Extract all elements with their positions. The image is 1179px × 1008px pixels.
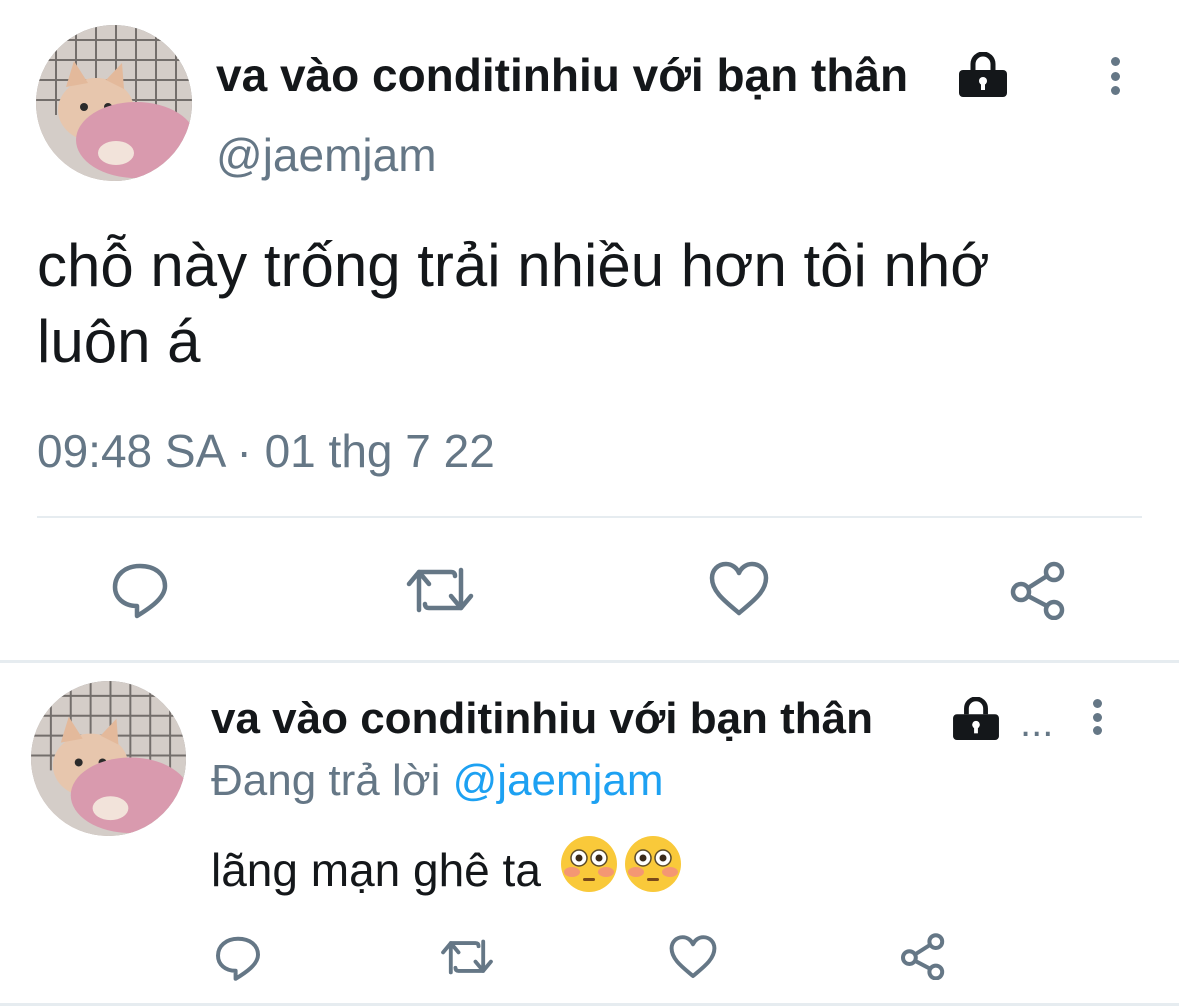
avatar[interactable]: [36, 25, 192, 181]
truncation-ellipsis: ...: [1020, 701, 1054, 745]
retweet-icon: [406, 567, 474, 613]
tweet-text-line: luôn á: [37, 308, 201, 375]
avatar-image: [31, 681, 186, 836]
share-button[interactable]: [1008, 560, 1068, 620]
reply-display-name[interactable]: va vào conditinhiu với bạn thân: [211, 693, 873, 745]
reply-text-content: lãng mạn ghê ta: [211, 844, 541, 896]
retweet-button[interactable]: [440, 935, 494, 979]
reply-icon: [216, 936, 260, 981]
replying-to: Đang trả lời @jaemjam: [211, 755, 664, 807]
like-button[interactable]: [708, 560, 770, 618]
reply-button[interactable]: [110, 560, 170, 620]
share-icon: [1010, 561, 1065, 620]
like-button[interactable]: [668, 934, 718, 980]
share-icon: [901, 933, 945, 980]
timestamp[interactable]: 09:48 SA · 01 thg 7 22: [37, 424, 495, 478]
flushed-face-emoji: [623, 834, 683, 906]
replying-to-prefix: Đang trả lời: [211, 756, 441, 805]
divider: [0, 1003, 1179, 1006]
reply-text: lãng mạn ghê ta: [211, 834, 683, 906]
display-name-text: va vào conditinhiu với bạn thân: [216, 49, 909, 101]
reply-button[interactable]: [214, 934, 262, 982]
flushed-face-emoji: [559, 834, 619, 906]
divider: [37, 516, 1142, 518]
lock-icon: [950, 696, 1002, 746]
like-icon: [709, 561, 769, 616]
like-icon: [669, 935, 717, 979]
share-button[interactable]: [899, 932, 947, 980]
more-options-icon[interactable]: [1090, 699, 1104, 735]
retweet-button[interactable]: [405, 562, 475, 618]
tweet-text: chỗ này trống trải nhiều hơn tôi nhớ luô…: [37, 228, 990, 380]
reply-avatar[interactable]: [31, 681, 186, 836]
display-name[interactable]: va vào conditinhiu với bạn thân: [216, 48, 908, 102]
more-options-icon[interactable]: [1108, 57, 1122, 95]
retweet-icon: [441, 939, 493, 975]
mention-link[interactable]: @jaemjam: [453, 756, 664, 805]
display-name-text: va vào conditinhiu với bạn thân: [211, 694, 874, 743]
section-divider: [0, 660, 1179, 663]
tweet-text-line: chỗ này trống trải nhiều hơn tôi nhớ: [37, 232, 990, 299]
handle[interactable]: @jaemjam: [216, 128, 437, 182]
reply-icon: [112, 563, 168, 619]
lock-icon: [956, 51, 1010, 103]
avatar-image: [36, 25, 192, 181]
